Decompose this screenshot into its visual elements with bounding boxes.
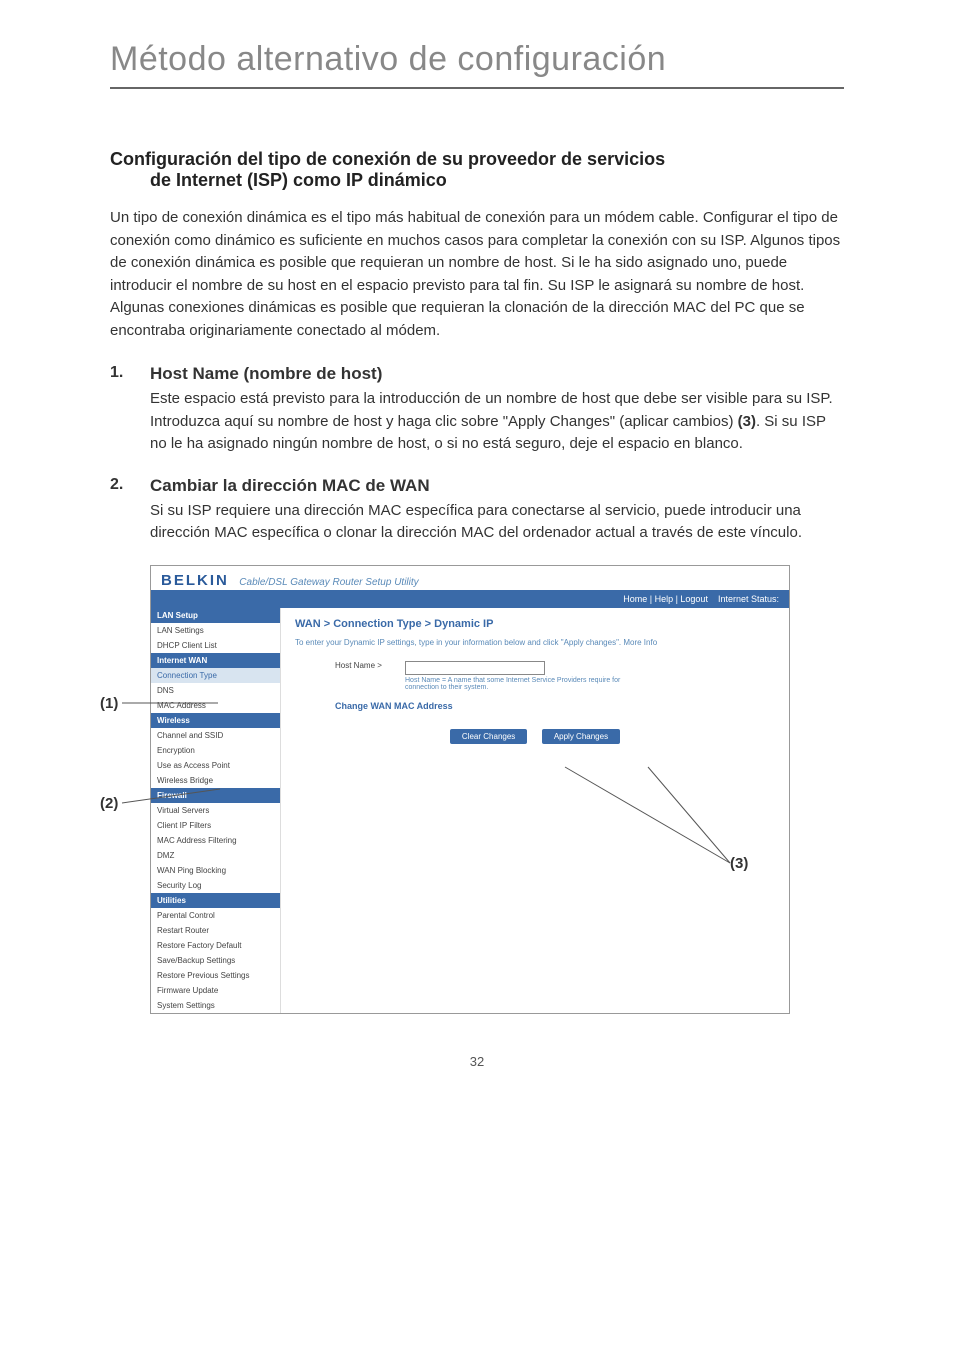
host-name-label: Host Name > (295, 661, 405, 670)
nav-firmware-update[interactable]: Firmware Update (151, 983, 280, 998)
list-content: Host Name (nombre de host) Este espacio … (150, 364, 844, 456)
clear-changes-button[interactable]: Clear Changes (450, 729, 527, 744)
router-tagline: Cable/DSL Gateway Router Setup Utility (239, 577, 418, 588)
section-heading-sub: de Internet (ISP) como IP dinámico (110, 170, 447, 190)
host-name-input[interactable] (405, 661, 545, 675)
router-screenshot: (1) (2) (3) BELKIN Cable/DSL Gateway Rou… (90, 565, 844, 1014)
router-nav: LAN Setup LAN Settings DHCP Client List … (151, 608, 281, 1013)
list-title: Cambiar la dirección MAC de WAN (150, 476, 844, 496)
list-body: Si su ISP requiere una dirección MAC esp… (150, 500, 844, 545)
nav-parental-control[interactable]: Parental Control (151, 908, 280, 923)
apply-changes-button[interactable]: Apply Changes (542, 729, 620, 744)
nav-wan-ping-blocking[interactable]: WAN Ping Blocking (151, 863, 280, 878)
list-number: 1. (110, 364, 150, 456)
title-divider (110, 87, 844, 89)
router-body: LAN Setup LAN Settings DHCP Client List … (151, 608, 789, 1013)
nav-system-settings[interactable]: System Settings (151, 998, 280, 1013)
nav-mac-filtering[interactable]: MAC Address Filtering (151, 833, 280, 848)
nav-client-ip-filters[interactable]: Client IP Filters (151, 818, 280, 833)
router-main: WAN > Connection Type > Dynamic IP To en… (281, 608, 789, 1013)
nav-dns[interactable]: DNS (151, 683, 280, 698)
router-header: BELKIN Cable/DSL Gateway Router Setup Ut… (151, 566, 789, 590)
nav-mac-address[interactable]: MAC Address (151, 698, 280, 713)
nav-channel-ssid[interactable]: Channel and SSID (151, 728, 280, 743)
button-row: Clear Changes Apply Changes (295, 729, 775, 744)
host-name-field-wrap: Host Name = A name that some Internet Se… (405, 661, 655, 691)
change-mac-link[interactable]: Change WAN MAC Address (335, 701, 775, 711)
list-number: 2. (110, 476, 150, 545)
internet-status-label: Internet Status: (718, 594, 779, 604)
nav-restore-previous[interactable]: Restore Previous Settings (151, 968, 280, 983)
router-top-bar: Home | Help | Logout Internet Status: (151, 590, 789, 608)
list-title: Host Name (nombre de host) (150, 364, 844, 384)
list-body-pre: Este espacio está previsto para la intro… (150, 390, 833, 430)
nav-virtual-servers[interactable]: Virtual Servers (151, 803, 280, 818)
top-bar-links[interactable]: Home | Help | Logout (623, 594, 708, 604)
nav-access-point[interactable]: Use as Access Point (151, 758, 280, 773)
list-body: Este espacio está previsto para la intro… (150, 388, 844, 456)
list-body-bold: (3) (738, 413, 756, 430)
breadcrumb: WAN > Connection Type > Dynamic IP (295, 618, 775, 630)
nav-save-backup[interactable]: Save/Backup Settings (151, 953, 280, 968)
nav-wireless-bridge[interactable]: Wireless Bridge (151, 773, 280, 788)
nav-dmz[interactable]: DMZ (151, 848, 280, 863)
nav-encryption[interactable]: Encryption (151, 743, 280, 758)
nav-restart-router[interactable]: Restart Router (151, 923, 280, 938)
list-content: Cambiar la dirección MAC de WAN Si su IS… (150, 476, 844, 545)
belkin-logo: BELKIN (161, 572, 229, 589)
section-heading-main: Configuración del tipo de conexión de su… (110, 149, 665, 169)
page-title: Método alternativo de configuración (110, 40, 844, 79)
nav-lan-settings[interactable]: LAN Settings (151, 623, 280, 638)
nav-security-log[interactable]: Security Log (151, 878, 280, 893)
list-item-2: 2. Cambiar la dirección MAC de WAN Si su… (110, 476, 844, 545)
callout-3: (3) (730, 855, 748, 872)
nav-dhcp-list[interactable]: DHCP Client List (151, 638, 280, 653)
list-body-pre: Si su ISP requiere una dirección MAC esp… (150, 502, 802, 542)
callout-2: (2) (100, 795, 118, 812)
page-number: 32 (110, 1054, 844, 1069)
callout-1: (1) (100, 695, 118, 712)
nav-cat-firewall: Firewall (151, 788, 280, 803)
host-name-row: Host Name > Host Name = A name that some… (295, 661, 775, 691)
intro-paragraph: Un tipo de conexión dinámica es el tipo … (110, 207, 844, 342)
nav-connection-type[interactable]: Connection Type (151, 668, 280, 683)
nav-cat-wan: Internet WAN (151, 653, 280, 668)
section-heading: Configuración del tipo de conexión de su… (110, 149, 844, 191)
nav-restore-factory[interactable]: Restore Factory Default (151, 938, 280, 953)
nav-cat-utilities: Utilities (151, 893, 280, 908)
router-ui: BELKIN Cable/DSL Gateway Router Setup Ut… (150, 565, 790, 1014)
nav-cat-lan: LAN Setup (151, 608, 280, 623)
nav-cat-wireless: Wireless (151, 713, 280, 728)
info-text: To enter your Dynamic IP settings, type … (295, 638, 775, 647)
host-name-hint: Host Name = A name that some Internet Se… (405, 677, 655, 691)
list-item-1: 1. Host Name (nombre de host) Este espac… (110, 364, 844, 456)
